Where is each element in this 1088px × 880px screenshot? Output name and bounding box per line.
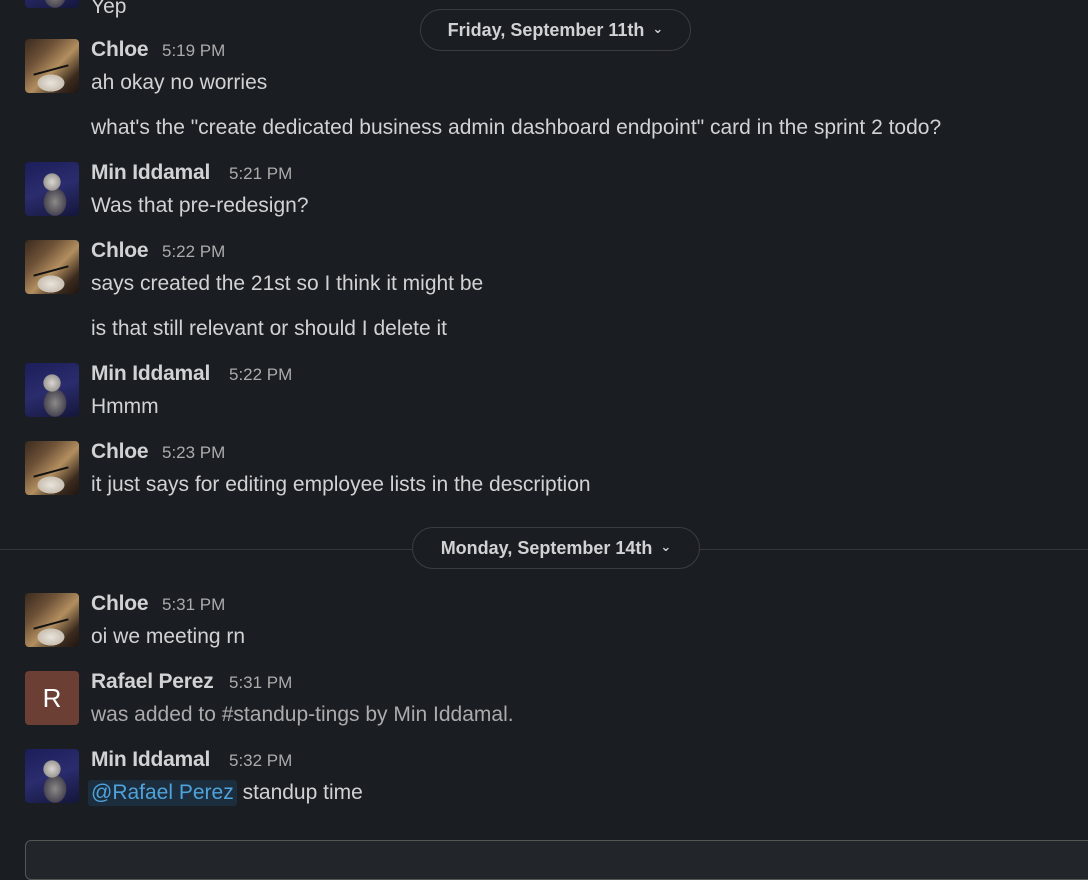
avatar[interactable]: [25, 240, 79, 294]
sender-name[interactable]: Min Iddamal: [91, 161, 210, 185]
timestamp[interactable]: 5:31 PM: [162, 595, 225, 615]
date-divider-button[interactable]: Monday, September 14th ⌄: [412, 527, 700, 569]
message-text: oi we meeting rn: [91, 625, 246, 648]
avatar[interactable]: [25, 162, 79, 216]
sender-name[interactable]: Min Iddamal: [91, 362, 210, 386]
sender-name[interactable]: Chloe: [91, 592, 149, 616]
sender-name[interactable]: Rafael Perez: [91, 670, 214, 694]
message-text: Yep: [91, 0, 127, 18]
chevron-down-icon: ⌄: [652, 21, 664, 36]
avatar[interactable]: [25, 593, 79, 647]
message-text: says created the 21st so I think it migh…: [91, 272, 484, 295]
date-divider-button[interactable]: Friday, September 11th ⌄: [420, 9, 691, 51]
timestamp[interactable]: 5:23 PM: [162, 443, 225, 463]
avatar[interactable]: [25, 39, 79, 93]
message-input[interactable]: [25, 840, 1088, 880]
avatar-initial: R: [42, 682, 62, 713]
message-text: Hmmm: [91, 395, 159, 418]
message-text: Was that pre-redesign?: [91, 194, 309, 217]
timestamp[interactable]: 5:32 PM: [229, 751, 292, 771]
avatar[interactable]: [25, 441, 79, 495]
message-text: ah okay no worries: [91, 71, 268, 94]
message-text: is that still relevant or should I delet…: [91, 317, 448, 340]
sender-name[interactable]: Chloe: [91, 38, 149, 62]
sender-name[interactable]: Min Iddamal: [91, 748, 210, 772]
system-message-text: was added to #standup-tings by Min Iddam…: [91, 703, 514, 726]
date-divider-label: Friday, September 11th: [447, 19, 645, 40]
chevron-down-icon: ⌄: [660, 539, 672, 554]
avatar[interactable]: R: [25, 671, 79, 725]
message-text: @Rafael Perez standup time: [88, 780, 363, 806]
message-text: it just says for editing employee lists …: [91, 473, 591, 496]
avatar[interactable]: [25, 749, 79, 803]
timestamp[interactable]: 5:19 PM: [162, 41, 225, 61]
timestamp[interactable]: 5:22 PM: [162, 242, 225, 262]
sender-name[interactable]: Chloe: [91, 239, 149, 263]
timestamp[interactable]: 5:31 PM: [229, 673, 292, 693]
message-text-body: standup time: [242, 781, 363, 804]
avatar[interactable]: [25, 0, 79, 8]
user-mention-link[interactable]: @Rafael Perez: [88, 780, 237, 806]
date-divider-label: Monday, September 14th: [440, 537, 653, 558]
sender-name[interactable]: Chloe: [91, 440, 149, 464]
timestamp[interactable]: 5:22 PM: [229, 365, 292, 385]
avatar[interactable]: [25, 363, 79, 417]
timestamp[interactable]: 5:21 PM: [229, 164, 292, 184]
message-text: what's the "create dedicated business ad…: [91, 116, 942, 139]
